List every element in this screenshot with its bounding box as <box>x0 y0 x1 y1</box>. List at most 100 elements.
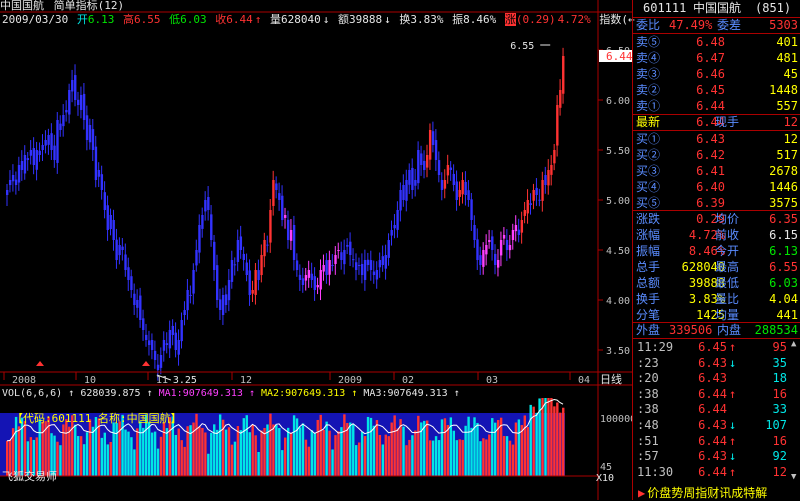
tick-time: 11:30 <box>637 464 674 479</box>
buy-row[interactable]: 买④ 6.40 1446 <box>633 179 800 195</box>
function-tabs-label[interactable]: 价盘势周指财讯成特解 <box>647 486 767 500</box>
volume-bar <box>112 422 115 476</box>
candle-body <box>440 179 444 190</box>
volume-bar <box>414 430 417 476</box>
candle-body <box>76 99 80 105</box>
candle-body <box>502 235 506 239</box>
volume-bar <box>340 427 343 476</box>
candle-body <box>142 318 145 330</box>
candle-body <box>464 181 467 195</box>
volume-bar <box>174 434 177 476</box>
ma2-arrow-icon: ↑ <box>351 388 358 399</box>
date-axis-tick: 02 <box>402 375 414 386</box>
buy-price: 6.39 <box>696 196 725 210</box>
tick-time: :23 <box>637 355 659 370</box>
buy-row[interactable]: 买① 6.43 12 <box>633 131 800 147</box>
volume-bar <box>529 404 532 476</box>
sell-row[interactable]: 卖③ 6.46 45 <box>633 66 800 82</box>
candle-body <box>242 253 246 260</box>
candle-body <box>100 174 104 190</box>
volume-bar <box>198 426 201 476</box>
buy-row[interactable]: 买③ 6.41 2678 <box>633 163 800 179</box>
volume-bar <box>514 422 518 476</box>
candle-body <box>183 310 186 316</box>
up-arrow-icon: ↑ <box>729 433 737 448</box>
volume-bar <box>387 436 390 476</box>
volume-bar <box>278 428 281 476</box>
inner-value: 288534 <box>754 323 798 337</box>
volume-bar <box>331 449 334 476</box>
low-annotation: 3.25 <box>173 375 197 386</box>
candle-body <box>556 105 559 146</box>
volume-bar <box>292 415 296 476</box>
volume-bar <box>162 422 166 476</box>
up-arrow-icon: ↑ <box>729 340 737 354</box>
stat-row: 涨跌 0.29 均价 6.35 <box>633 211 800 227</box>
stat-row: 振幅 8.46% 今开 6.13 <box>633 243 800 259</box>
buy-row[interactable]: 买② 6.42 517 <box>633 147 800 163</box>
volume-bar <box>366 416 370 476</box>
volume-bar <box>224 429 228 476</box>
volume-bar <box>207 453 210 476</box>
volume-bar <box>142 427 145 476</box>
candle-body <box>204 200 207 212</box>
buy-volume: 517 <box>776 148 798 162</box>
candle-body <box>467 190 470 200</box>
buy-volume: 3575 <box>769 196 798 210</box>
volume-bar <box>491 418 494 476</box>
candle-body <box>550 165 553 175</box>
volume-bar <box>328 430 331 476</box>
price-chart[interactable]: 6.55 3.25 <box>6 41 565 386</box>
outer-label: 外盘 <box>636 323 661 337</box>
candle-body <box>218 299 222 310</box>
tick-volume: 107 <box>765 418 787 432</box>
tick-volume: 16 <box>772 386 787 401</box>
volume-bar <box>298 427 302 476</box>
ma1-value: MA1:907649.313 <box>158 388 243 399</box>
buy-level-label: 买① <box>636 132 661 146</box>
candle-body <box>6 190 9 195</box>
sell-row[interactable]: 卖⑤ 6.48 401 <box>633 34 800 50</box>
candle-body <box>363 260 367 280</box>
volume-bar <box>369 417 373 476</box>
volume-bar <box>464 425 467 476</box>
function-tabs[interactable]: ▶ 价盘势周指财讯成特解 <box>638 484 767 501</box>
candle-body <box>94 146 98 180</box>
volume-bar <box>357 442 361 476</box>
tick-time: :48 <box>637 418 659 432</box>
weicha-label: 委差 <box>717 18 742 32</box>
volume-bar <box>313 432 316 476</box>
candle-body <box>150 340 154 350</box>
candle-body <box>325 260 328 275</box>
volume-bar <box>284 437 287 476</box>
candle-body <box>26 158 30 160</box>
volume-bar <box>272 424 275 476</box>
candle-body <box>508 245 512 251</box>
stat-label: 今开 <box>715 244 740 258</box>
sell-row[interactable]: 卖④ 6.47 481 <box>633 50 800 66</box>
volume-bar <box>124 429 127 476</box>
volume-bar <box>544 398 547 476</box>
candle-body <box>133 293 136 305</box>
sell-volume: 1448 <box>769 83 798 97</box>
tick-scrollbar[interactable]: ▲ ▼ <box>791 340 799 482</box>
candle-body <box>62 115 65 127</box>
candle-body <box>390 230 393 236</box>
candle-body <box>322 265 325 272</box>
candle-body <box>520 220 524 233</box>
weicha-value: 5303 <box>769 18 798 32</box>
volume-bar <box>520 425 524 476</box>
ma3-arrow-icon: ↑ <box>453 388 460 399</box>
sell-row[interactable]: 卖① 6.44 557 <box>633 98 800 114</box>
period-label[interactable]: 日线 <box>600 372 622 386</box>
tick-volume: 16 <box>772 433 787 448</box>
sell-row[interactable]: 卖② 6.45 1448 <box>633 82 800 98</box>
scroll-down-icon[interactable]: ▼ <box>791 473 796 482</box>
volume-bar <box>428 440 432 476</box>
volume-bar <box>479 441 482 476</box>
scroll-up-icon[interactable]: ▲ <box>791 340 799 349</box>
buy-row[interactable]: 买⑤ 6.39 3575 <box>633 195 800 211</box>
tick-volume: 35 <box>772 355 787 370</box>
candle-body <box>165 343 169 345</box>
price-axis-tick: 5.00 <box>606 196 630 207</box>
